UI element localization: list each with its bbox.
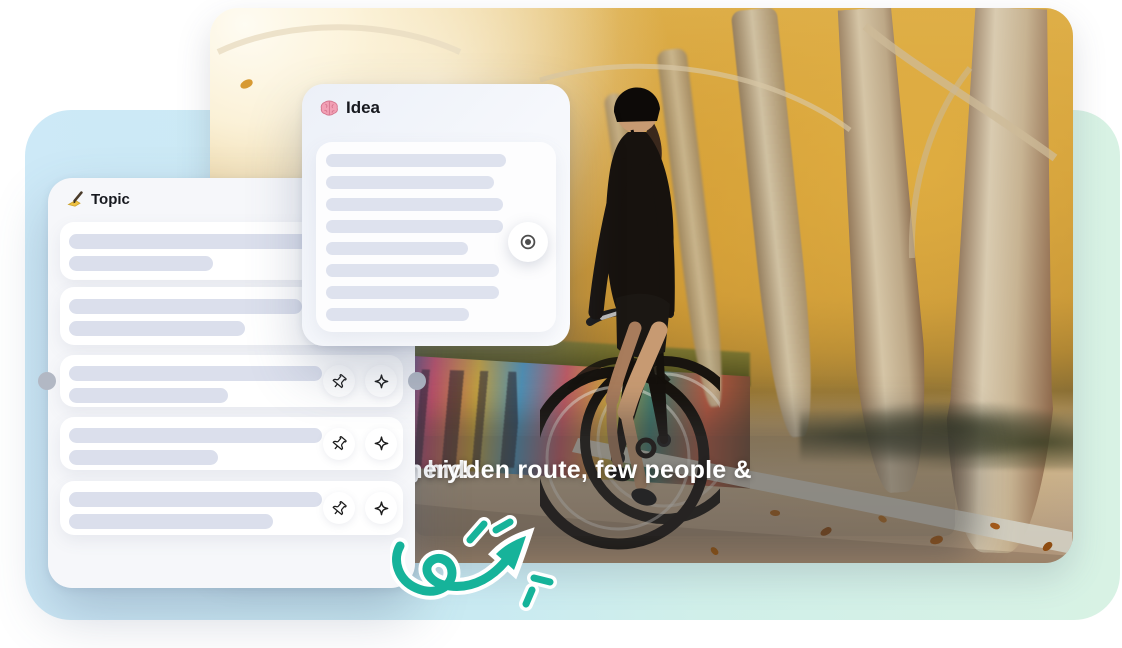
sparkle-icon — [372, 434, 391, 453]
row-actions — [323, 492, 397, 524]
skeleton-line — [69, 450, 218, 465]
pin-button[interactable] — [323, 428, 355, 460]
skeleton-line — [69, 234, 310, 249]
idea-card-header: Idea — [320, 98, 380, 118]
arrow-doodle — [390, 494, 630, 644]
pin-icon — [330, 372, 349, 391]
sparkle-icon — [372, 372, 391, 391]
writing-hand-icon — [66, 190, 84, 208]
pin-icon — [330, 499, 349, 518]
hero-graphic: Urban cycling hidden route, few people &… — [0, 0, 1122, 648]
leaf — [239, 78, 254, 90]
topic-card-header: Topic — [66, 190, 130, 208]
skeleton-line — [326, 286, 499, 299]
leaf — [1041, 540, 1054, 552]
skeleton-line — [69, 256, 213, 271]
skeleton-line — [326, 308, 469, 321]
skeleton-line — [69, 428, 322, 443]
skeleton-line — [69, 514, 273, 529]
idea-card-title: Idea — [346, 98, 380, 118]
skeleton-line — [69, 388, 228, 403]
sparkle-button[interactable] — [365, 365, 397, 397]
row-actions — [323, 428, 397, 460]
topic-row[interactable] — [60, 481, 403, 535]
skeleton-line — [69, 321, 245, 336]
pin-button[interactable] — [323, 492, 355, 524]
connector-dot-left[interactable] — [38, 372, 56, 390]
topic-row[interactable] — [60, 417, 403, 470]
leaf — [929, 535, 943, 545]
topic-row[interactable] — [60, 355, 403, 407]
skeleton-line — [326, 154, 506, 167]
skeleton-line — [326, 264, 499, 277]
leaf — [989, 521, 1001, 531]
target-icon — [519, 233, 537, 251]
row-actions — [323, 365, 397, 397]
skeleton-line — [326, 220, 503, 233]
skeleton-line — [69, 492, 322, 507]
skeleton-line — [326, 198, 503, 211]
skeleton-line — [326, 176, 494, 189]
brain-icon — [320, 100, 339, 117]
pin-icon — [330, 434, 349, 453]
idea-card: Idea — [302, 84, 570, 346]
skeleton-line — [69, 366, 322, 381]
pin-button[interactable] — [323, 365, 355, 397]
connector-dot-right[interactable] — [408, 372, 426, 390]
topic-card-title: Topic — [91, 191, 130, 208]
sparkle-icon — [372, 499, 391, 518]
skeleton-line — [326, 242, 468, 255]
target-button[interactable] — [508, 222, 548, 262]
skeleton-line — [69, 299, 302, 314]
sparkle-button[interactable] — [365, 428, 397, 460]
